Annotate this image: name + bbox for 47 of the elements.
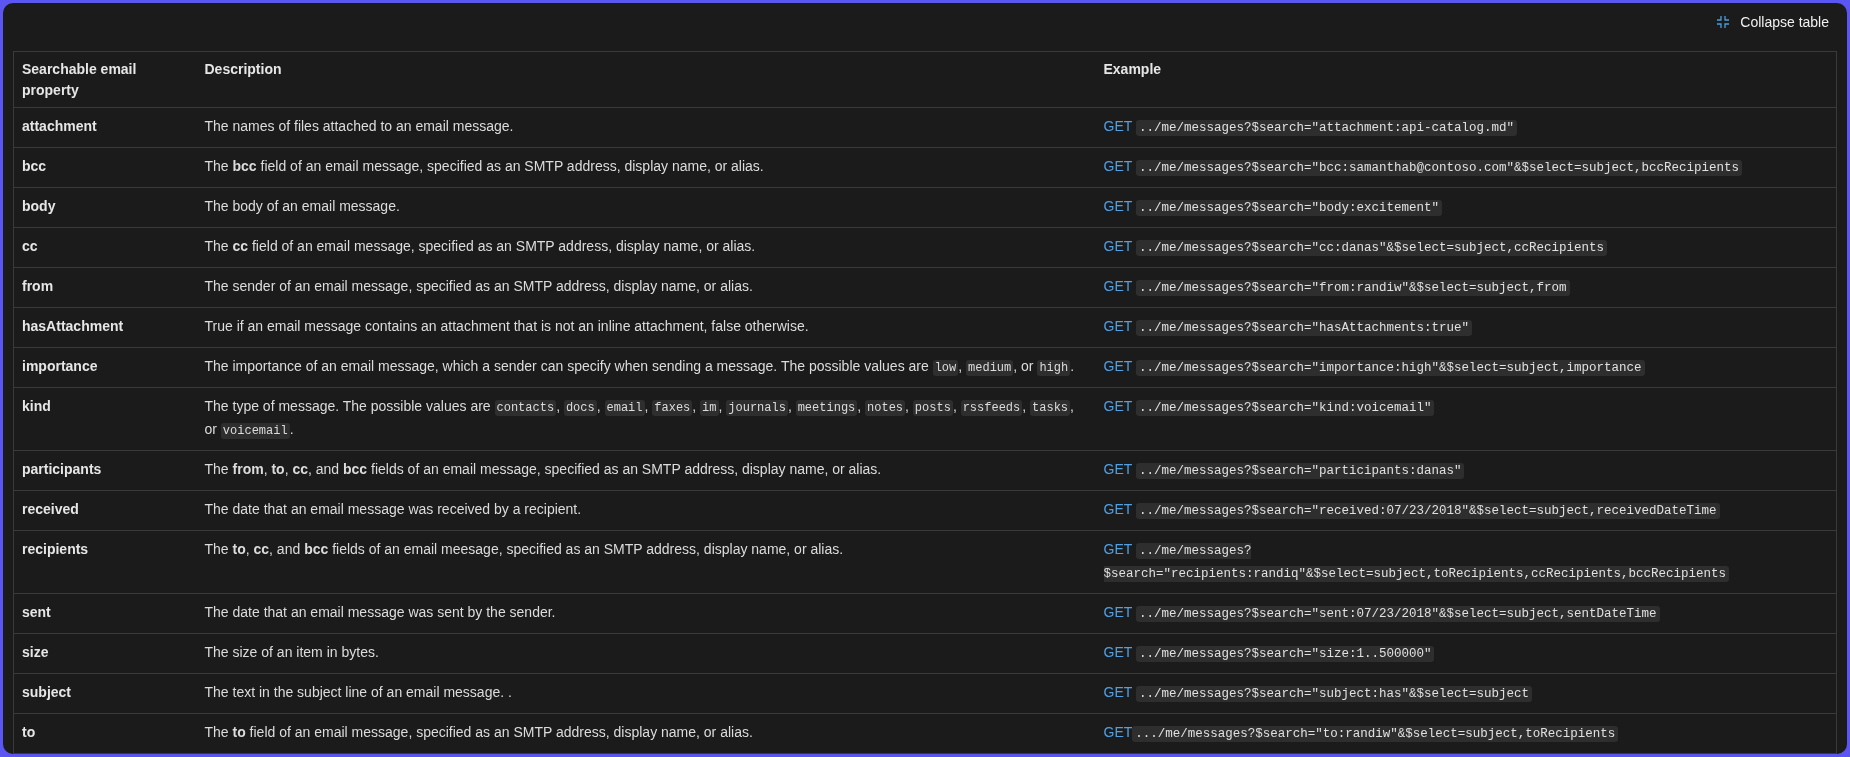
property-cell: cc bbox=[13, 227, 197, 268]
property-cell: bcc bbox=[13, 147, 197, 188]
property-cell: to bbox=[13, 713, 197, 754]
description-cell: The date that an email message was sent by the sender. bbox=[196, 593, 1096, 634]
description-cell: The size of an item in bytes. bbox=[196, 633, 1096, 674]
example-cell: GET ../me/messages?$search="hasAttachments:true" bbox=[1095, 307, 1837, 348]
example-cell: GET ../me/messages?$search="sent:07/23/2018"&$select=subject,sentDateTime bbox=[1095, 593, 1837, 634]
description-cell: The names of files attached to an email message. bbox=[196, 107, 1096, 148]
example-cell: GET ../me/messages?$search="participants:danas" bbox=[1095, 450, 1837, 491]
example-cell: GET ../me/messages?$search="size:1..500000" bbox=[1095, 633, 1837, 674]
example-cell: GET ../me/messages?$search="from:randiw"&$select=subject,from bbox=[1095, 267, 1837, 308]
description-cell: The sender of an email message, specified as an SMTP address, display name, or alias. bbox=[196, 267, 1096, 308]
property-cell: subject bbox=[13, 673, 197, 714]
property-cell: body bbox=[13, 187, 197, 228]
description-cell: The bcc field of an email message, specified as an SMTP address, display name, or alias. bbox=[196, 147, 1096, 188]
property-cell: from bbox=[13, 267, 197, 308]
column-header: Searchable email property bbox=[13, 51, 197, 108]
column-header: Example bbox=[1095, 51, 1837, 108]
description-cell: The from, to, cc, and bcc fields of an email message, specified as an SMTP address, display name, or alias. bbox=[196, 450, 1096, 491]
property-cell: participants bbox=[13, 450, 197, 491]
property-cell: hasAttachment bbox=[13, 307, 197, 348]
example-cell: GET ../me/messages?$search="received:07/23/2018"&$select=subject,receivedDateTime bbox=[1095, 490, 1837, 531]
description-cell: The to field of an email message, specified as an SMTP address, display name, or alias. bbox=[196, 713, 1096, 754]
example-cell: GET ../me/messages?$search="body:excitement" bbox=[1095, 187, 1837, 228]
property-cell: attachment bbox=[13, 107, 197, 148]
example-cell: GET .../me/messages?$search="to:randiw"&$select=subject,toRecipients bbox=[1095, 713, 1837, 754]
property-cell: importance bbox=[13, 347, 197, 388]
description-cell: The body of an email message. bbox=[196, 187, 1096, 228]
example-cell: GET ../me/messages?$search="attachment:api-catalog.md" bbox=[1095, 107, 1837, 148]
description-cell: The to, cc, and bcc fields of an email meesage, specified as an SMTP address, display name, or alias. bbox=[196, 530, 1096, 594]
example-cell: GET ../me/messages?$search="kind:voicemail" bbox=[1095, 387, 1837, 451]
example-cell: GET ../me/messages?$search="importance:high"&$select=subject,importance bbox=[1095, 347, 1837, 388]
description-cell: The date that an email message was received by a recipient. bbox=[196, 490, 1096, 531]
property-cell: size bbox=[13, 633, 197, 674]
property-cell: kind bbox=[13, 387, 197, 451]
example-cell: GET ../me/messages?$search="bcc:samanthab@contoso.com"&$select=subject,bccRecipients bbox=[1095, 147, 1837, 188]
description-cell: True if an email message contains an attachment that is not an inline attachment, false otherwise. bbox=[196, 307, 1096, 348]
example-cell: GET ../me/messages?$search="subject:has"&$select=subject bbox=[1095, 673, 1837, 714]
description-cell: The text in the subject line of an email message. . bbox=[196, 673, 1096, 714]
collapse-table-button[interactable]: Collapse table bbox=[1708, 11, 1837, 33]
property-cell: sent bbox=[13, 593, 197, 634]
example-cell: GET ../me/messages?$search="cc:danas"&$select=subject,ccRecipients bbox=[1095, 227, 1837, 268]
property-cell: recipients bbox=[13, 530, 197, 594]
description-cell: The cc field of an email message, specified as an SMTP address, display name, or alias. bbox=[196, 227, 1096, 268]
property-cell: received bbox=[13, 490, 197, 531]
column-header: Description bbox=[196, 51, 1096, 108]
collapse-icon bbox=[1716, 15, 1731, 29]
